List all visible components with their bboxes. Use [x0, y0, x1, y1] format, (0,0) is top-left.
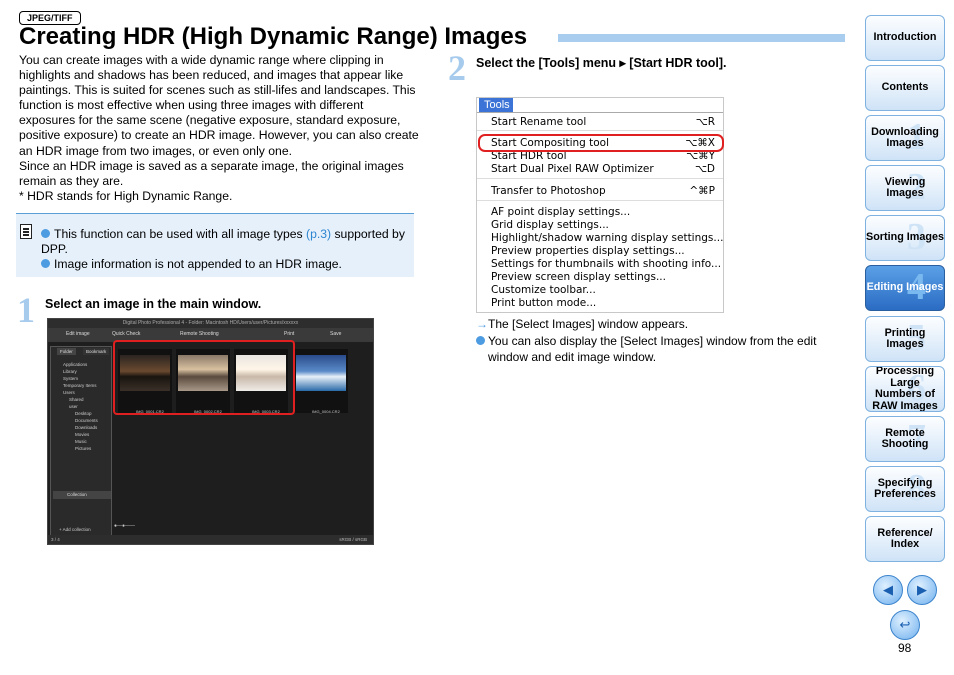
nav-viewing-images[interactable]: 2 Viewing Images [865, 165, 945, 211]
tree-item[interactable]: Applications [59, 361, 98, 368]
tree-item[interactable]: user [59, 403, 98, 410]
nav-specifying-preferences[interactable]: 8 Specifying Preferences [865, 466, 945, 512]
toolbar-remote-shooting[interactable]: Remote Shooting [180, 331, 219, 337]
menu-header[interactable]: Tools [479, 98, 513, 112]
step-instruction: Select the [Tools] menu ▸ [Start HDR too… [476, 56, 727, 70]
return-button[interactable]: ↩ [890, 610, 920, 640]
intro-paragraph: Since an HDR image is saved as a separat… [19, 158, 404, 188]
tree-item[interactable]: Users [59, 389, 98, 396]
menu-item-dual-pixel[interactable]: Start Dual Pixel RAW Optimizer [491, 163, 654, 175]
menu-item-transfer-photoshop[interactable]: Transfer to Photoshop [491, 185, 606, 197]
collection-header[interactable]: Collection [53, 491, 111, 499]
tree-item[interactable]: System [59, 375, 98, 382]
arrow-right-icon: ▶ [917, 582, 927, 597]
dpp-main-window-screenshot: Digital Photo Professional 4 - Folder: M… [47, 318, 374, 545]
folder-tree: Applications Library System Temporary It… [59, 361, 98, 452]
menu-shortcut: ⌥R [695, 116, 715, 128]
nav-introduction[interactable]: Introduction [865, 15, 945, 61]
tab-folder[interactable]: Folder [57, 348, 76, 355]
return-icon: ↩ [899, 617, 911, 632]
intro-text: You can create images with a wide dynami… [19, 53, 419, 204]
step-number: 1 [17, 290, 35, 330]
note-icon [20, 224, 32, 239]
tree-item[interactable]: Music [59, 438, 98, 445]
nav-printing-images[interactable]: 5 Printing Images [865, 316, 945, 362]
add-collection-button[interactable]: + Add collection [59, 527, 91, 532]
bullet-icon [41, 229, 50, 238]
nav-downloading-images[interactable]: 1 Downloading Images [865, 115, 945, 161]
next-page-button[interactable]: ▶ [907, 575, 937, 605]
note-box: This function can be used with all image… [16, 213, 414, 277]
toolbar-print[interactable]: Print [284, 331, 294, 337]
menu-shortcut: ^⌘P [689, 185, 715, 197]
menu-item-start-rename[interactable]: Start Rename tool [491, 116, 586, 128]
menu-shortcut: ⌥D [694, 163, 715, 175]
selection-highlight [478, 134, 724, 152]
nav-sorting-images[interactable]: 3 Sorting Images [865, 215, 945, 261]
note-item: This function can be used with all image… [41, 227, 405, 256]
note-item: Image information is not appended to an … [41, 257, 413, 272]
nav-processing-raw[interactable]: 6 Processing Large Numbers of RAW Images [865, 366, 945, 412]
result-note: You can also display the [Select Images]… [476, 333, 836, 365]
thumbnail[interactable]: IMG_0004.CR2 [294, 349, 348, 414]
bullet-icon [41, 259, 50, 268]
folder-panel: Folder Bookmark Applications Library Sys… [50, 346, 112, 536]
nav-remote-shooting[interactable]: 7 Remote Shooting [865, 416, 945, 462]
previous-page-button[interactable]: ◀ [873, 575, 903, 605]
nav-editing-images[interactable]: 4 Editing Images [865, 265, 945, 311]
tree-item[interactable]: Temporary Items [59, 382, 98, 389]
window-title: Digital Photo Professional 4 - Folder: M… [48, 319, 373, 328]
toolbar-quick-check[interactable]: Quick Check [112, 331, 140, 337]
title-bar-decoration [558, 34, 845, 42]
thumbnail-size-slider[interactable]: ●—●—— [114, 523, 368, 533]
image-count: 3 / 4 [51, 537, 60, 542]
menu-item-af-point[interactable]: AF point display settings... [491, 206, 630, 218]
page-number: 98 [898, 641, 912, 655]
nav-reference-index[interactable]: Reference/ Index [865, 516, 945, 562]
tree-item[interactable]: Downloads [59, 424, 98, 431]
step-number: 2 [448, 48, 466, 88]
tree-item[interactable]: Shared [59, 396, 98, 403]
tree-item[interactable]: Movies [59, 431, 98, 438]
result-line: →The [Select Images] window appears. [476, 317, 689, 331]
intro-footnote: * HDR stands for High Dynamic Range. [19, 188, 233, 203]
menu-item-highlight-shadow[interactable]: Highlight/shadow warning display setting… [491, 232, 723, 244]
tree-item[interactable]: Library [59, 368, 98, 375]
tab-bookmark[interactable]: Bookmark [83, 348, 110, 355]
status-bar: 3 / 4 sRGB / sRGB [48, 535, 373, 544]
arrow-icon: → [476, 317, 488, 331]
menu-item-preview-screen[interactable]: Preview screen display settings... [491, 271, 666, 283]
thumbnail-image [296, 355, 346, 391]
menu-item-thumbnail-settings[interactable]: Settings for thumbnails with shooting in… [491, 258, 721, 270]
arrow-left-icon: ◀ [883, 582, 893, 597]
color-space: sRGB / sRGB [339, 537, 367, 542]
tree-item[interactable]: Pictures [59, 445, 98, 452]
selection-highlight [113, 340, 295, 415]
step-instruction: Select an image in the main window. [45, 297, 262, 311]
menu-item-customize-toolbar[interactable]: Customize toolbar... [491, 284, 596, 296]
nav-contents[interactable]: Contents [865, 65, 945, 111]
page-title: Creating HDR (High Dynamic Range) Images [19, 23, 528, 50]
tree-item[interactable]: Documents [59, 417, 98, 424]
tree-item[interactable]: Desktop [59, 410, 98, 417]
page-link[interactable]: (p.3) [306, 227, 331, 241]
toolbar-save[interactable]: Save [330, 331, 341, 337]
menu-item-preview-properties[interactable]: Preview properties display settings... [491, 245, 685, 257]
tools-menu-screenshot: Tools Start Rename tool ⌥R Start Composi… [476, 97, 724, 313]
thumbnail-caption: IMG_0004.CR2 [312, 409, 340, 414]
toolbar-edit-image[interactable]: Edit image [66, 331, 90, 337]
menu-item-print-button-mode[interactable]: Print button mode... [491, 297, 596, 309]
bullet-icon [476, 336, 485, 345]
menu-item-grid-display[interactable]: Grid display settings... [491, 219, 609, 231]
intro-paragraph: You can create images with a wide dynami… [19, 53, 419, 158]
